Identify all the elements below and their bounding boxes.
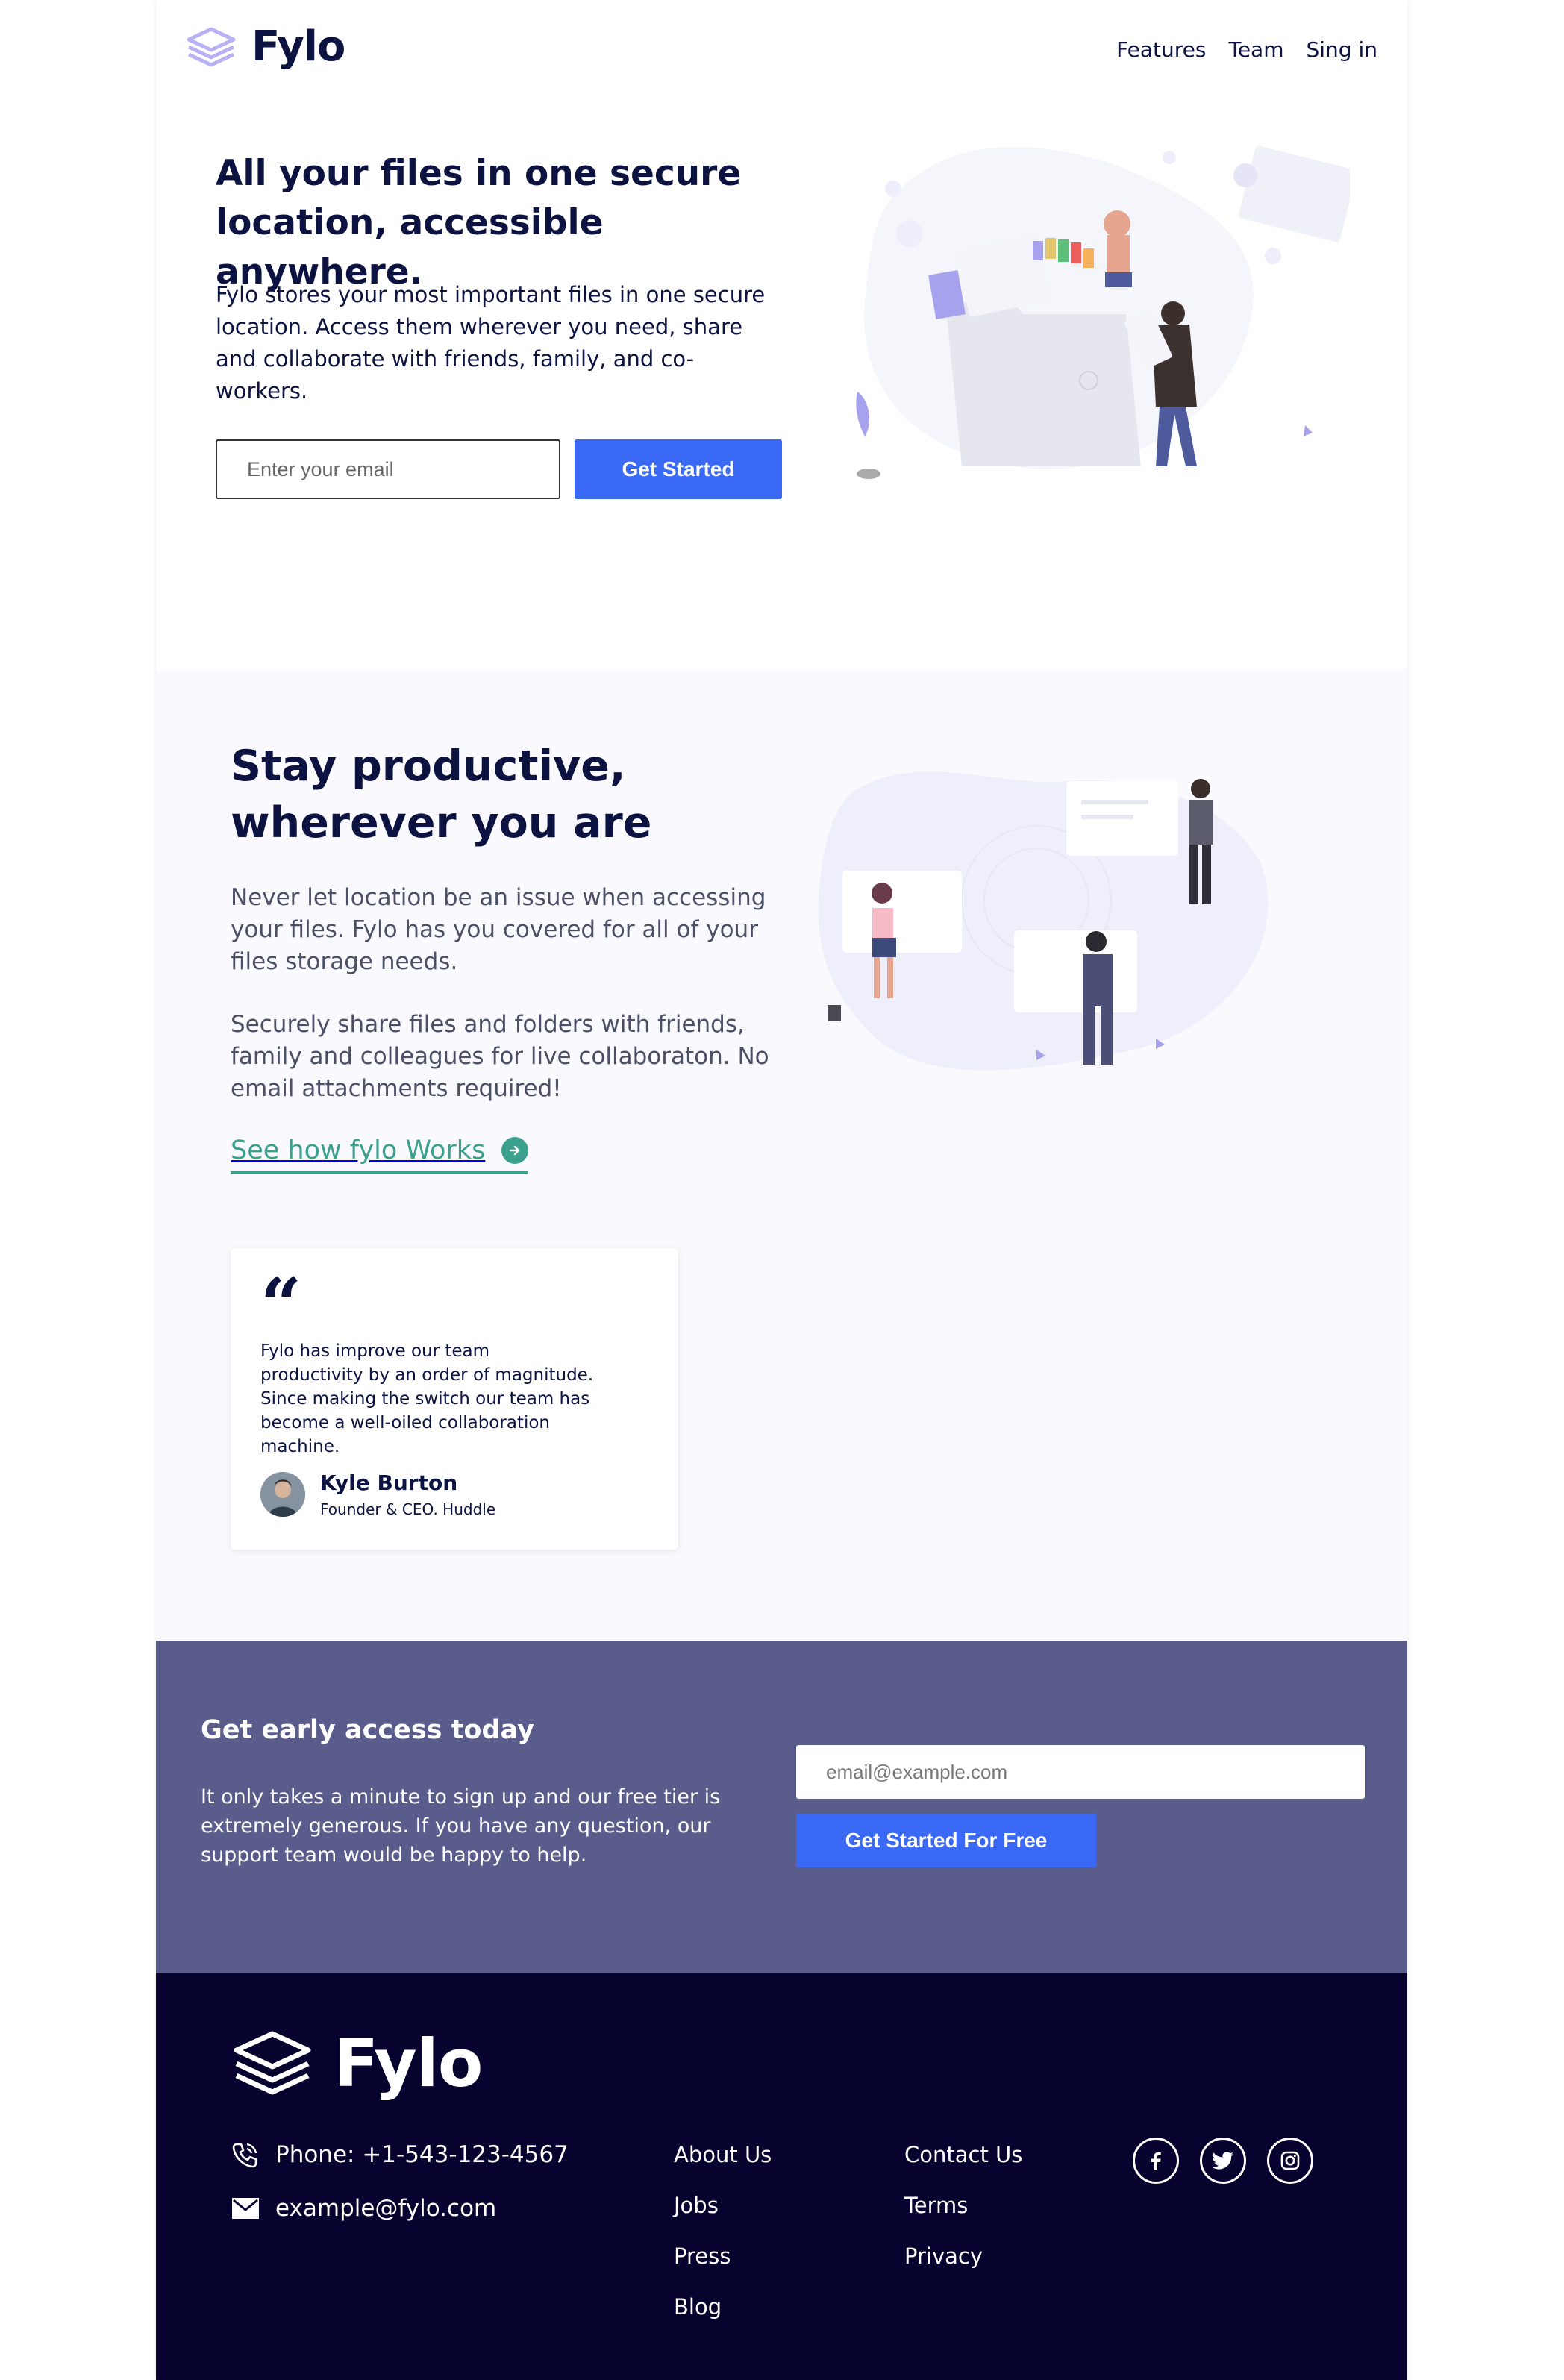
get-started-button[interactable]: Get Started bbox=[575, 439, 782, 499]
footer-links-col-1: About Us Jobs Press Blog bbox=[674, 2143, 772, 2319]
avatar bbox=[260, 1472, 305, 1517]
header: Fylo Features Team Sing in bbox=[156, 0, 1407, 112]
page: Fylo Features Team Sing in All your file… bbox=[156, 0, 1407, 2380]
logo-text: Fylo bbox=[251, 22, 345, 71]
arrow-right-icon bbox=[501, 1137, 529, 1164]
hero-text: Fylo stores your most important files in… bbox=[216, 282, 766, 404]
footer-link-blog[interactable]: Blog bbox=[674, 2295, 772, 2319]
see-how-fylo-works-link[interactable]: See how fylo Works bbox=[231, 1136, 529, 1174]
footer-phone: Phone: +1-543-123-4567 bbox=[231, 2140, 569, 2170]
main-nav: Features Team Sing in bbox=[1116, 37, 1377, 62]
mail-icon bbox=[232, 2198, 259, 2219]
early-access-text: It only takes a minute to sign up and ou… bbox=[201, 1785, 721, 1867]
hero-email-input[interactable] bbox=[216, 439, 560, 499]
footer-email: example@fylo.com bbox=[231, 2195, 496, 2222]
testimonial-text: Fylo has improve our team productivity b… bbox=[260, 1341, 594, 1456]
productive-title: Stay productive, wherever you are bbox=[231, 742, 652, 848]
get-started-free-button[interactable]: Get Started For Free bbox=[796, 1814, 1096, 1867]
footer-link-privacy[interactable]: Privacy bbox=[904, 2244, 1022, 2268]
nav-team[interactable]: Team bbox=[1228, 37, 1283, 62]
facebook-icon[interactable] bbox=[1133, 2138, 1179, 2184]
testimonial-role: Founder & CEO. Huddle bbox=[320, 1500, 496, 1518]
hero-title: All your files in one secure location, a… bbox=[216, 153, 742, 292]
twitter-icon[interactable] bbox=[1200, 2138, 1246, 2184]
footer-link-about-us[interactable]: About Us bbox=[674, 2143, 772, 2167]
early-access-email-input[interactable] bbox=[796, 1745, 1365, 1799]
footer-link-terms[interactable]: Terms bbox=[904, 2193, 1022, 2217]
footer-logo-text: Fylo bbox=[334, 2025, 483, 2102]
logo[interactable]: Fylo bbox=[184, 22, 345, 71]
productive-paragraph-2: Securely share files and folders with fr… bbox=[231, 1011, 769, 1102]
footer-email-text: example@fylo.com bbox=[275, 2195, 497, 2222]
quote-icon: “ bbox=[260, 1262, 302, 1347]
layers-logo-icon bbox=[187, 27, 236, 66]
footer-links-col-2: Contact Us Terms Privacy bbox=[904, 2143, 1022, 2268]
phone-icon bbox=[232, 2143, 257, 2168]
nav-sign-in[interactable]: Sing in bbox=[1307, 37, 1378, 62]
hero-illustration bbox=[856, 145, 1350, 479]
social-links bbox=[1133, 2138, 1313, 2184]
testimonial-card: “ Fylo has improve our team productivity… bbox=[231, 1248, 678, 1550]
footer-link-contact-us[interactable]: Contact Us bbox=[904, 2143, 1022, 2167]
footer: Fylo Phone: +1-543-123-4567 example@fylo… bbox=[156, 1973, 1407, 2380]
early-access-title: Get early access today bbox=[201, 1715, 534, 1745]
footer-link-jobs[interactable]: Jobs bbox=[674, 2193, 772, 2217]
early-access-section: Get early access today It only takes a m… bbox=[156, 1641, 1407, 1973]
productive-illustration bbox=[818, 771, 1269, 1071]
footer-phone-text: Phone: +1-543-123-4567 bbox=[275, 2141, 569, 2168]
nav-features[interactable]: Features bbox=[1116, 37, 1206, 62]
see-how-label: See how fylo Works bbox=[231, 1136, 486, 1165]
layers-logo-icon bbox=[234, 2031, 311, 2094]
testimonial-name: Kyle Burton bbox=[320, 1471, 458, 1495]
productive-section: Stay productive, wherever you are Never … bbox=[156, 669, 1407, 1641]
footer-logo[interactable]: Fylo bbox=[231, 2025, 483, 2102]
productive-paragraph-1: Never let location be an issue when acce… bbox=[231, 884, 766, 975]
instagram-icon[interactable] bbox=[1267, 2138, 1313, 2184]
footer-link-press[interactable]: Press bbox=[674, 2244, 772, 2268]
